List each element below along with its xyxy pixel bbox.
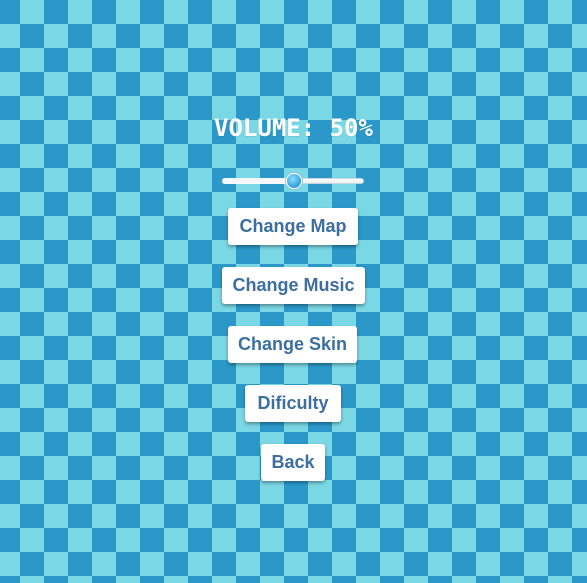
change-skin-button[interactable]: Change Skin: [228, 326, 357, 363]
change-music-button[interactable]: Change Music: [222, 267, 365, 304]
volume-slider-fill: [222, 178, 293, 184]
change-map-button[interactable]: Change Map: [228, 208, 358, 245]
back-button[interactable]: Back: [261, 444, 325, 481]
volume-slider[interactable]: [222, 173, 364, 189]
difficulty-button[interactable]: Dificulty: [245, 385, 341, 422]
volume-slider-thumb[interactable]: [286, 173, 302, 189]
settings-menu: VOLUME: 50% Change Map Change Music Chan…: [0, 0, 587, 583]
volume-label: VOLUME: 50%: [214, 114, 373, 142]
